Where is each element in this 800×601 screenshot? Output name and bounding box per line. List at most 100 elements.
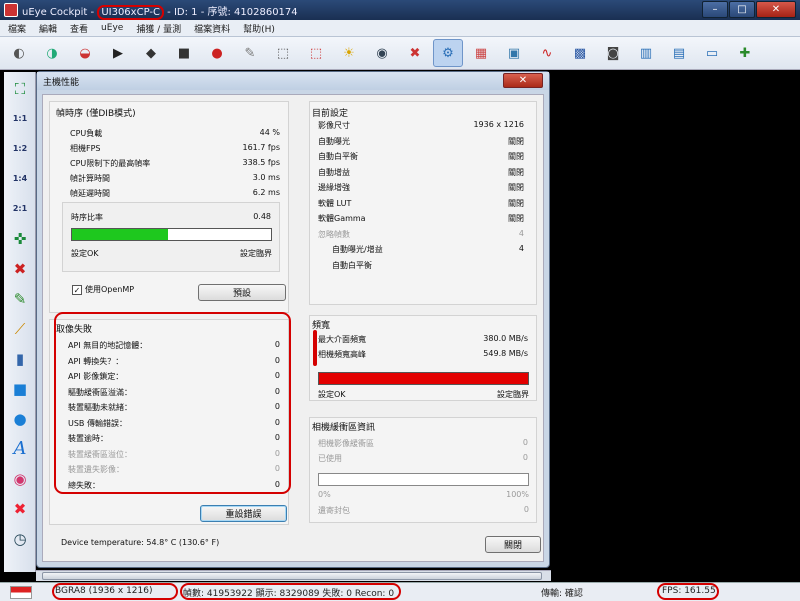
toolbar-button-6[interactable]: ● [202,39,232,67]
menu-item-4[interactable]: 捕獲 / 量測 [136,22,181,35]
scrollbar-thumb[interactable] [42,572,542,580]
timing-title: 幀時序 (僅DIB模式) [56,109,136,119]
title-bar: uEye Cockpit - UI306xCP-C - ID: 1 - 序號: … [0,0,800,20]
setting-label-8: 自動曝光/增益 [332,245,383,254]
left-tool-2[interactable]: 1:2 [6,135,34,162]
close-dialog-button[interactable]: 關閉 [485,536,541,553]
fit-window-icon: ⛶ [14,79,26,98]
camera-settings-icon: ⚙ [442,45,454,61]
toolbar-button-2[interactable]: ◒ [70,39,100,67]
reset-errors-button[interactable]: 重設錯誤 [200,505,287,522]
camera-open-icon: ◐ [13,45,25,61]
bandwidth-bar [318,372,529,385]
toolbar-button-20[interactable]: ▤ [664,39,694,67]
left-tool-6[interactable]: ✖ [6,255,34,282]
toolbar-button-5[interactable]: ■ [169,39,199,67]
window-close-button[interactable]: ✕ [756,1,796,18]
toolbar-button-13[interactable]: ⚙ [433,39,463,67]
live-film-icon: ▶ [113,45,123,61]
toolbar-button-16[interactable]: ∿ [532,39,562,67]
toolbar-button-12[interactable]: ✖ [400,39,430,67]
buffer-max-label: 100% [506,490,529,499]
left-tool-8[interactable]: ⟋ [6,315,34,342]
preset-button[interactable]: 預設 [198,284,286,301]
stop-film-icon: ■ [177,45,191,61]
minimize-button[interactable]: – [702,1,728,18]
left-tool-10[interactable]: ■ [6,375,34,402]
left-tool-4[interactable]: 2:1 [6,195,34,222]
bandwidth-row-0: 最大介面頻寬 380.0 MB/s [318,334,528,345]
toolbar-button-21[interactable]: ▭ [697,39,727,67]
setting-label-6: 軟體Gamma [318,214,366,223]
toolbar-button-4[interactable]: ◆ [136,39,166,67]
setting-row-1: 自動曝光 關閉 [318,136,524,147]
toolbar-button-15[interactable]: ▣ [499,39,529,67]
host-performance-dialog: 主機性能 ✕ 幀時序 (僅DIB模式) CPU負載 44 % 相機FPS 161.7 … [36,71,550,568]
left-tool-1[interactable]: 1:1 [6,105,34,132]
setting-value-5: 關閉 [508,198,524,208]
menu-item-6[interactable]: 幫助(H) [243,22,275,35]
left-tool-13[interactable]: ◉ [6,465,34,492]
dialog-close-button[interactable]: ✕ [503,73,543,88]
left-tool-12[interactable]: A [6,435,34,462]
toolbar-button-10[interactable]: ☀ [334,39,364,67]
toolbar-button-19[interactable]: ▥ [631,39,661,67]
setting-label-7: 忽略幀數 [318,229,350,239]
left-tool-0[interactable]: ⛶ [6,75,34,102]
toolbar-button-3[interactable]: ▶ [103,39,133,67]
horizontal-scrollbar[interactable] [36,570,551,581]
toolbar-button-14[interactable]: ▦ [466,39,496,67]
toolbar-button-7[interactable]: ✎ [235,39,265,67]
setting-row-0: 影像尺寸 1936 x 1216 [318,120,524,131]
left-tool-9[interactable]: ▮ [6,345,34,372]
rectangle-icon: ■ [12,379,28,398]
timing-value-3: 3.0 ms [252,173,280,182]
timing-row-1: 相機FPS 161.7 fps [70,143,280,154]
menu-item-0[interactable]: 檔案 [8,22,26,35]
buffer-value-0: 0 [522,438,528,447]
openmp-checkbox[interactable]: ✓ [72,284,82,295]
timing-ratio-value: 0.48 [253,212,271,221]
left-tool-11[interactable]: ● [6,405,34,432]
toolbar-button-17[interactable]: ▩ [565,39,595,67]
left-tool-5[interactable]: ✜ [6,225,34,252]
dialog-title-bar: 主機性能 [37,72,549,90]
timing-ratio-box: 時序比率 0.48 設定OK 設定臨界 [62,202,280,272]
left-tool-15[interactable]: ◷ [6,525,34,552]
toolbar-button-9[interactable]: ⬚ [301,39,331,67]
setting-row-6: 軟體Gamma 關閉 [318,213,524,224]
maximize-button[interactable]: □ [729,1,755,18]
buffer-range-row: 0% 100% [318,490,529,499]
setting-label-1: 自動曝光 [318,136,350,146]
menu-item-2[interactable]: 查看 [70,22,88,35]
app-window: uEye Cockpit - UI306xCP-C - ID: 1 - 序號: … [0,0,800,601]
window-title: uEye Cockpit - UI306xCP-C - ID: 1 - 序號: … [22,3,298,20]
line-view-icon: ▭ [705,45,719,61]
timing-ok-label: 設定OK [71,249,99,258]
left-tool-7[interactable]: ✎ [6,285,34,312]
timing-label-2: CPU限制下的最高幀率 [70,159,151,168]
timing-label-0: CPU負載 [70,129,103,138]
setting-value-7: 4 [518,228,524,238]
left-tool-14[interactable]: ✖ [6,495,34,522]
timing-panel: 幀時序 (僅DIB模式) CPU負載 44 % 相機FPS 161.7 fps CPU限… [49,101,289,313]
status-bar: BGRA8 (1936 x 1216) 幀數: 41953922 顯示: 832… [0,582,800,601]
toolbar-button-22[interactable]: ✚ [730,39,760,67]
toolbar-button-8[interactable]: ⬚ [268,39,298,67]
menu-item-5[interactable]: 檔案資料 [194,22,230,35]
aoi-delete-icon: ✖ [409,45,421,61]
delete-icon: ✖ [13,499,27,518]
toolbar-button-18[interactable]: ◙ [598,39,628,67]
left-tool-3[interactable]: 1:4 [6,165,34,192]
menu-item-3[interactable]: uEye [101,23,123,33]
toolbar-button-1[interactable]: ◑ [37,39,67,67]
buffer-row-1: 已使用 0 [318,453,528,464]
toolbar-button-0[interactable]: ◐ [4,39,34,67]
ellipse-icon: ● [13,409,27,428]
bandwidth-highlight [313,330,317,366]
setting-row-7: 忽略幀數 4 [318,229,524,240]
menu-item-1[interactable]: 編輯 [39,22,57,35]
toolbar-button-11[interactable]: ◉ [367,39,397,67]
setting-label-2: 自動白平衡 [318,152,358,161]
setting-row-4: 邊緣增強 關閉 [318,182,524,193]
